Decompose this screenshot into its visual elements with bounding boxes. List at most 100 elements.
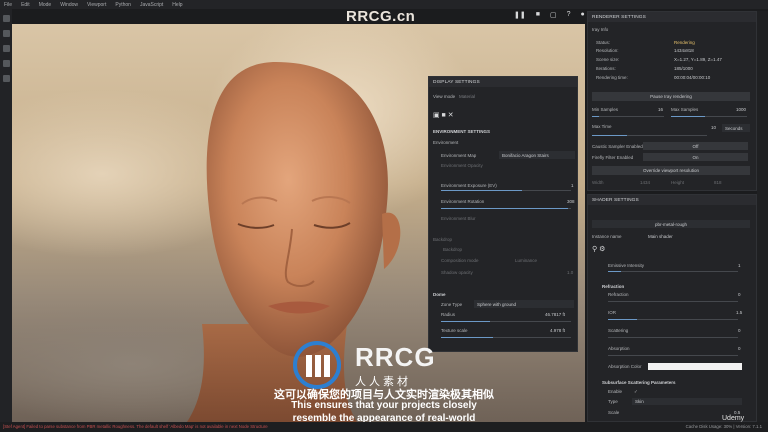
shader-select[interactable]: pbr-metal-rough [592, 220, 750, 228]
exposure-slider[interactable] [441, 190, 571, 191]
max-time-slider[interactable] [592, 135, 707, 136]
zone-type-label: Zone Type [441, 302, 463, 307]
blur-label: Environment Blur [441, 216, 476, 221]
renderer-settings-panel: RENDERER SETTINGS Iray Info Status: Rend… [587, 11, 757, 191]
display-settings-panel: DISPLAY SETTINGS View mode Material ▣ ■ … [428, 76, 578, 352]
left-toolbar [0, 9, 12, 422]
tool-icon[interactable] [2, 75, 10, 82]
texture-scale-label: Texture scale [441, 328, 468, 333]
refraction-slider[interactable] [608, 301, 738, 302]
environment-label: Environment [433, 140, 459, 145]
menu-window[interactable]: Window [60, 2, 78, 8]
right-strip [757, 11, 768, 422]
menu-python[interactable]: Python [115, 2, 131, 8]
environment-map-select[interactable]: Bonifacio Aragon Stairs [499, 151, 575, 159]
shadow-opacity-label: Shadow opacity [441, 270, 473, 275]
ior-value: 1.5 [736, 310, 743, 315]
absorption-slider[interactable] [608, 355, 738, 356]
resolution-label: Resolution: [596, 48, 619, 53]
environment-opacity-label: Environment Opacity [441, 163, 483, 168]
cache-value: 30% | Version: 7.1.1 [723, 424, 762, 429]
radius-label: Radius [441, 312, 456, 317]
absorption-value: 0 [738, 346, 741, 351]
record-icon[interactable]: ● [581, 11, 585, 19]
menu-viewport[interactable]: Viewport [87, 2, 106, 8]
resolution-value: 1434x818 [674, 48, 694, 53]
backdrop-label: Backdrop [433, 237, 453, 242]
tool-icon[interactable] [2, 45, 10, 52]
refraction-heading: Refraction [602, 284, 625, 289]
min-samples-value: 16 [658, 107, 664, 112]
pause-icon[interactable]: ❚❚ [514, 11, 526, 19]
max-samples-value: 1000 [736, 107, 747, 112]
composition-value: Luminance [515, 258, 538, 263]
radius-slider[interactable] [441, 321, 571, 322]
rotation-slider[interactable] [441, 208, 571, 209]
composition-label: Composition mode [441, 258, 479, 263]
zone-type-select[interactable]: Sphere with ground [474, 300, 574, 308]
shader-settings-title: SHADER SETTINGS [588, 195, 756, 205]
help-icon[interactable]: ? [567, 11, 571, 19]
caustic-sampler-label: Caustic Sampler Enabled [592, 144, 643, 149]
absorption-color-swatch[interactable] [648, 363, 742, 370]
tool-icon[interactable] [2, 30, 10, 37]
menu-javascript[interactable]: JavaScript [140, 2, 163, 8]
environment-settings-heading: ENVIRONMENT SETTINGS [433, 129, 491, 134]
texture-scale-value: 4.978 ft [550, 328, 566, 333]
scene-size-label: Scene size: [596, 57, 620, 62]
exposure-label: Environment Exposure (EV) [441, 183, 497, 188]
emissive-intensity-slider[interactable] [608, 271, 738, 272]
scene-size-value: X=1.27, Y=1.89, Z=1.47 [674, 57, 722, 62]
height-label: Height [671, 180, 685, 185]
min-samples-slider[interactable] [592, 116, 664, 117]
texture-scale-slider[interactable] [441, 337, 571, 338]
absorption-label: Absorption [608, 346, 630, 351]
menu-help[interactable]: Help [172, 2, 182, 8]
shader-tool-icons: ⚲ ⚙ [592, 246, 606, 253]
max-time-label: Max Time [592, 124, 612, 129]
max-time-unit-select[interactable]: Seconds [722, 124, 750, 132]
crop-icon[interactable]: ▢ [550, 11, 557, 19]
ior-label: IOR [608, 310, 617, 315]
tool-icon[interactable] [2, 15, 10, 22]
emissive-intensity-label: Emissive Intensity [608, 263, 645, 268]
override-resolution-button[interactable]: Override viewport resolution [592, 166, 750, 175]
rendering-time-value: 00:00:04/00:00:10 [674, 75, 711, 80]
menu-mode[interactable]: Mode [39, 2, 52, 8]
min-samples-label: Min Samples [592, 107, 619, 112]
status-value: Rendering [674, 40, 695, 45]
udemy-brand: Udemy [722, 415, 745, 422]
scattering-slider[interactable] [608, 337, 738, 338]
menu-file[interactable]: File [4, 2, 12, 8]
width-value: 1434 [640, 180, 651, 185]
renderer-settings-title: RENDERER SETTINGS [588, 12, 756, 22]
ior-slider[interactable] [608, 319, 738, 320]
firefly-filter-label: Firefly Filter Enabled [592, 155, 634, 160]
iterations-label: Iterations: [596, 66, 616, 71]
caustic-sampler-toggle[interactable]: Off [643, 142, 748, 150]
rrcg-logo-icon [293, 341, 341, 389]
stop-icon[interactable]: ■ [536, 11, 540, 19]
radius-value: 46.7817 ft [545, 312, 566, 317]
width-label: Width [592, 180, 604, 185]
logo-text: RRCG [355, 341, 436, 372]
subsurface-heading: Subsurface Scattering Parameters [602, 380, 676, 385]
pause-iray-button[interactable]: Pause Iray rendering [592, 92, 750, 101]
menu-edit[interactable]: Edit [21, 2, 30, 8]
iterations-value: 185/1000 [674, 66, 693, 71]
refraction-value: 0 [738, 292, 741, 297]
instance-name-label: Instance name [592, 234, 622, 239]
firefly-filter-toggle[interactable]: On [643, 153, 748, 161]
rotation-label: Environment Rotation [441, 199, 485, 204]
max-samples-slider[interactable] [671, 116, 747, 117]
status-bar: [Stef Agent] Failed to parse substance f… [0, 422, 768, 432]
tab-view-mode[interactable]: View mode [433, 94, 455, 99]
backdrop-checkbox[interactable]: Backdrop [443, 247, 462, 252]
tool-icon[interactable] [2, 60, 10, 67]
dome-heading: Dome [433, 292, 446, 297]
cache-label: Cache Disk Usage: [685, 424, 723, 429]
refraction-label: Refraction [608, 292, 629, 297]
cache-usage: Cache Disk Usage: 30% | Version: 7.1.1 [686, 424, 762, 429]
tab-material[interactable]: Material [459, 94, 475, 99]
instance-name-value: Main shader [648, 234, 673, 239]
